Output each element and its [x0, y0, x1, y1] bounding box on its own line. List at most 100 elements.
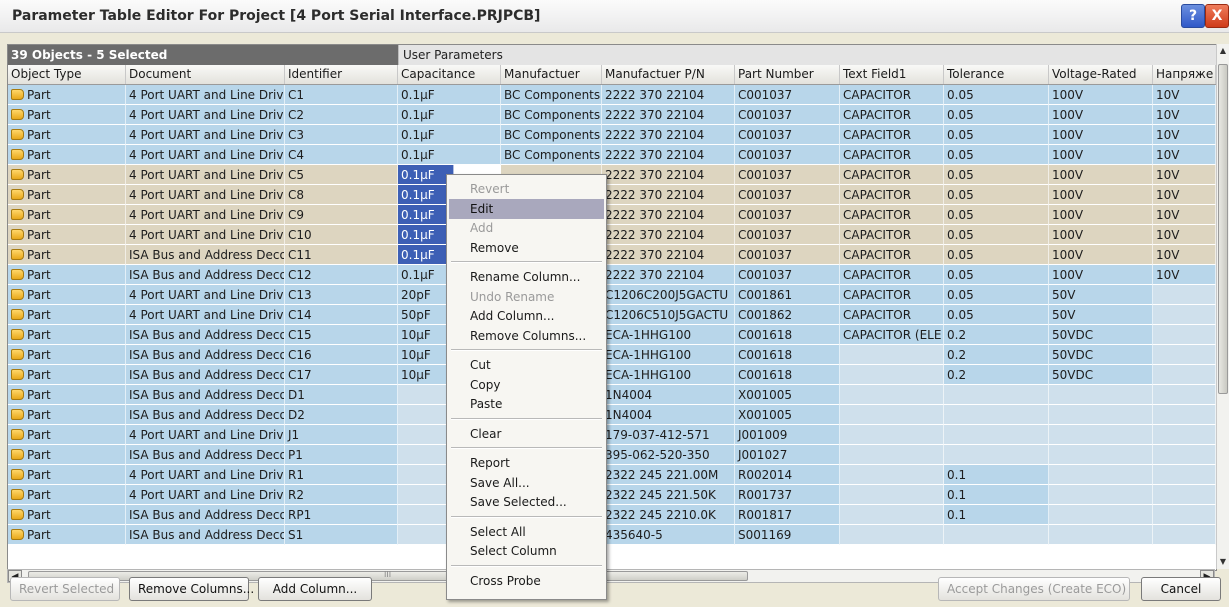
menu-item-undo-rename[interactable]: Undo Rename [449, 287, 604, 307]
cell-voltage-rated[interactable] [1049, 425, 1153, 445]
cell-tolerance[interactable]: 0.1 [944, 485, 1049, 505]
cell-napryazhenie[interactable] [1153, 325, 1216, 345]
vertical-scroll-thumb[interactable] [1218, 64, 1228, 394]
cell-identifier[interactable]: RP1 [285, 505, 398, 525]
cell-object-type[interactable]: Part [8, 385, 126, 405]
cell-part-number[interactable]: C001037 [735, 85, 840, 105]
cell-manufactuer[interactable]: BC Components [501, 105, 602, 125]
cell-object-type[interactable]: Part [8, 345, 126, 365]
cell-tolerance[interactable]: 0.2 [944, 345, 1049, 365]
cell-voltage-rated[interactable] [1049, 525, 1153, 545]
cell-part-number[interactable]: C001037 [735, 245, 840, 265]
cell-tolerance[interactable]: 0.1 [944, 465, 1049, 485]
cell-manufactuer-pn[interactable]: 2322 245 221.00M [602, 465, 735, 485]
revert-selected-button[interactable]: Revert Selected [10, 577, 120, 601]
cell-manufactuer-pn[interactable]: 435640-5 [602, 525, 735, 545]
cell-manufactuer-pn[interactable]: 2222 370 22104 [602, 185, 735, 205]
cell-text-field1[interactable] [840, 505, 944, 525]
cell-voltage-rated[interactable]: 50VDC [1049, 365, 1153, 385]
cell-napryazhenie[interactable] [1153, 425, 1216, 445]
remove-columns-button[interactable]: Remove Columns... [129, 577, 254, 601]
cell-manufactuer-pn[interactable]: 2222 370 22104 [602, 145, 735, 165]
cancel-button[interactable]: Cancel [1141, 577, 1221, 601]
cell-manufactuer-pn[interactable]: C1206C510J5GACTU [602, 305, 735, 325]
column-header-identifier[interactable]: Identifier [285, 65, 398, 84]
cell-manufactuer[interactable]: BC Components [501, 85, 602, 105]
table-row[interactable]: Part 4 Port UART and Line Drive C2 0.1µF BC … [8, 105, 1216, 125]
cell-part-number[interactable]: R002014 [735, 465, 840, 485]
cell-napryazhenie[interactable]: 10V [1153, 245, 1216, 265]
cell-object-type[interactable]: Part [8, 485, 126, 505]
menu-item-cut[interactable]: Cut [449, 355, 604, 375]
cell-identifier[interactable]: C1 [285, 85, 398, 105]
cell-document[interactable]: ISA Bus and Address Decoc [126, 345, 285, 365]
cell-document[interactable]: 4 Port UART and Line Drive [126, 85, 285, 105]
cell-manufactuer-pn[interactable]: 1N4004 [602, 385, 735, 405]
cell-document[interactable]: 4 Port UART and Line Drive [126, 205, 285, 225]
cell-identifier[interactable]: C3 [285, 125, 398, 145]
column-header-text-field1[interactable]: Text Field1 [840, 65, 944, 84]
table-row[interactable]: Part 4 Port UART and Line Drive C8 0.1µF 222… [8, 185, 1216, 205]
table-row[interactable]: Part ISA Bus and Address Decoc C11 0.1µF 222… [8, 245, 1216, 265]
cell-text-field1[interactable]: CAPACITOR [840, 125, 944, 145]
cell-part-number[interactable]: C001037 [735, 265, 840, 285]
cell-identifier[interactable]: R1 [285, 465, 398, 485]
scroll-down-arrow-icon[interactable]: ▼ [1217, 555, 1229, 569]
cell-text-field1[interactable]: CAPACITOR [840, 265, 944, 285]
cell-object-type[interactable]: Part [8, 205, 126, 225]
cell-identifier[interactable]: C16 [285, 345, 398, 365]
cell-tolerance[interactable]: 0.05 [944, 285, 1049, 305]
column-header-object-type[interactable]: Object Type [8, 65, 126, 84]
table-row[interactable]: Part 4 Port UART and Line Drive C14 50pF C12… [8, 305, 1216, 325]
cell-object-type[interactable]: Part [8, 125, 126, 145]
cell-tolerance[interactable] [944, 405, 1049, 425]
cell-napryazhenie[interactable] [1153, 385, 1216, 405]
cell-document[interactable]: ISA Bus and Address Decoc [126, 365, 285, 385]
parameter-grid[interactable]: 39 Objects - 5 Selected User Parameters … [7, 44, 1217, 571]
cell-identifier[interactable]: R2 [285, 485, 398, 505]
cell-identifier[interactable]: S1 [285, 525, 398, 545]
cell-object-type[interactable]: Part [8, 425, 126, 445]
cell-object-type[interactable]: Part [8, 85, 126, 105]
cell-part-number[interactable]: C001037 [735, 205, 840, 225]
cell-manufactuer-pn[interactable]: 2222 370 22104 [602, 105, 735, 125]
table-row[interactable]: Part 4 Port UART and Line Drive R1 2322 245… [8, 465, 1216, 485]
cell-tolerance[interactable]: 0.05 [944, 265, 1049, 285]
cell-text-field1[interactable] [840, 345, 944, 365]
menu-item-copy[interactable]: Copy [449, 375, 604, 395]
cell-voltage-rated[interactable]: 100V [1049, 125, 1153, 145]
cell-object-type[interactable]: Part [8, 445, 126, 465]
cell-object-type[interactable]: Part [8, 405, 126, 425]
cell-text-field1[interactable] [840, 445, 944, 465]
context-menu[interactable]: Revert Edit Add Remove Rename Column... Undo … [446, 174, 607, 600]
cell-voltage-rated[interactable]: 50V [1049, 305, 1153, 325]
cell-object-type[interactable]: Part [8, 505, 126, 525]
cell-tolerance[interactable] [944, 525, 1049, 545]
cell-object-type[interactable]: Part [8, 285, 126, 305]
cell-identifier[interactable]: P1 [285, 445, 398, 465]
cell-voltage-rated[interactable]: 100V [1049, 145, 1153, 165]
cell-napryazhenie[interactable] [1153, 525, 1216, 545]
cell-document[interactable]: 4 Port UART and Line Drive [126, 305, 285, 325]
cell-document[interactable]: 4 Port UART and Line Drive [126, 165, 285, 185]
cell-document[interactable]: 4 Port UART and Line Drive [126, 125, 285, 145]
cell-napryazhenie[interactable] [1153, 445, 1216, 465]
cell-napryazhenie[interactable]: 10V [1153, 145, 1216, 165]
add-column-button[interactable]: Add Column... [258, 577, 372, 601]
cell-manufactuer-pn[interactable]: 2222 370 22104 [602, 245, 735, 265]
cell-part-number[interactable]: C001037 [735, 125, 840, 145]
table-row[interactable]: Part ISA Bus and Address Decoc C17 10µF ECA-… [8, 365, 1216, 385]
cell-document[interactable]: ISA Bus and Address Decoc [126, 445, 285, 465]
cell-voltage-rated[interactable]: 50VDC [1049, 345, 1153, 365]
cell-voltage-rated[interactable] [1049, 385, 1153, 405]
cell-text-field1[interactable] [840, 365, 944, 385]
cell-document[interactable]: ISA Bus and Address Decoc [126, 245, 285, 265]
cell-object-type[interactable]: Part [8, 265, 126, 285]
close-button[interactable]: X [1205, 4, 1229, 28]
cell-object-type[interactable]: Part [8, 245, 126, 265]
cell-part-number[interactable]: C001037 [735, 145, 840, 165]
table-row[interactable]: Part ISA Bus and Address Decoc S1 435640-5 S… [8, 525, 1216, 545]
cell-text-field1[interactable] [840, 425, 944, 445]
table-row[interactable]: Part 4 Port UART and Line Drive R2 2322 245… [8, 485, 1216, 505]
cell-text-field1[interactable] [840, 485, 944, 505]
